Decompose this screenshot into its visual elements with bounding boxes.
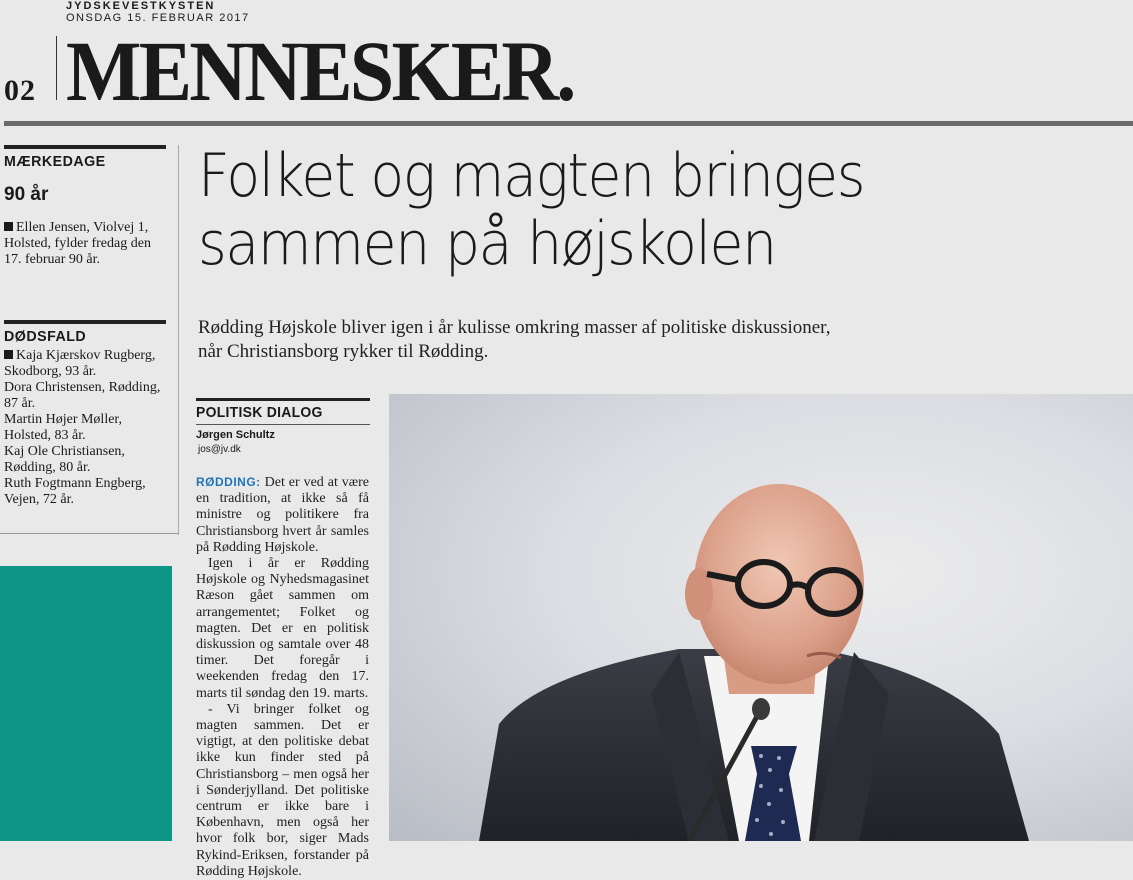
list-item: Kaja Kjærskov Rugberg, Skodborg, 93 år. — [4, 348, 156, 379]
bullet-square-icon — [4, 350, 13, 359]
column-rule — [196, 398, 370, 401]
milestones-heading: MÆRKEDAGE — [4, 153, 106, 170]
deaths-list: Kaja Kjærskov Rugberg, Skodborg, 93 år. … — [4, 348, 164, 508]
teal-color-block — [0, 566, 172, 841]
milestones-entry: Ellen Jensen, Violvej 1, Holsted, fylder… — [4, 220, 151, 267]
sidebar-rule-milestones — [4, 145, 166, 149]
article-body: RØDDING: Det er ved at være en tradition… — [196, 475, 370, 879]
byline: Jørgen Schultz — [196, 429, 275, 441]
article-deck: Rødding Højskole bliver igen i år kuliss… — [198, 317, 831, 362]
list-item: Dora Christensen, Rødding, 87 år. — [4, 380, 161, 411]
milestones-subheading: 90 år — [4, 184, 49, 205]
photo-illustration-speaker — [479, 484, 1029, 841]
column-label: POLITISK DIALOG — [196, 404, 323, 421]
sidebar-vertical-rule — [178, 145, 179, 535]
article-headline: Folket og magten bringes sammen på højsk… — [198, 141, 866, 279]
sidebar-separator — [0, 533, 178, 534]
newspaper-name: JYDSKEVESTKYSTEN — [66, 0, 216, 12]
deaths-heading: DØDSFALD — [4, 328, 87, 345]
author-email: jos@jv.dk — [198, 444, 241, 455]
sidebar-rule-deaths — [4, 320, 166, 324]
page-number: 02 — [4, 74, 36, 107]
list-item: Martin Højer Møller, Holsted, 83 år. — [4, 412, 123, 443]
masthead-rule — [4, 121, 1133, 126]
column-rule-thin — [196, 424, 370, 425]
bullet-square-icon — [4, 222, 13, 231]
masthead-divider — [56, 36, 57, 100]
dateline-kicker: RØDDING: — [196, 475, 261, 489]
article-photo — [389, 394, 1133, 841]
list-item: Kaj Ole Christiansen, Rødding, 80 år. — [4, 444, 125, 475]
section-title: MENNESKER. — [66, 23, 576, 119]
list-item: Ruth Fogtmann Engberg, Vejen, 72 år. — [4, 476, 146, 507]
